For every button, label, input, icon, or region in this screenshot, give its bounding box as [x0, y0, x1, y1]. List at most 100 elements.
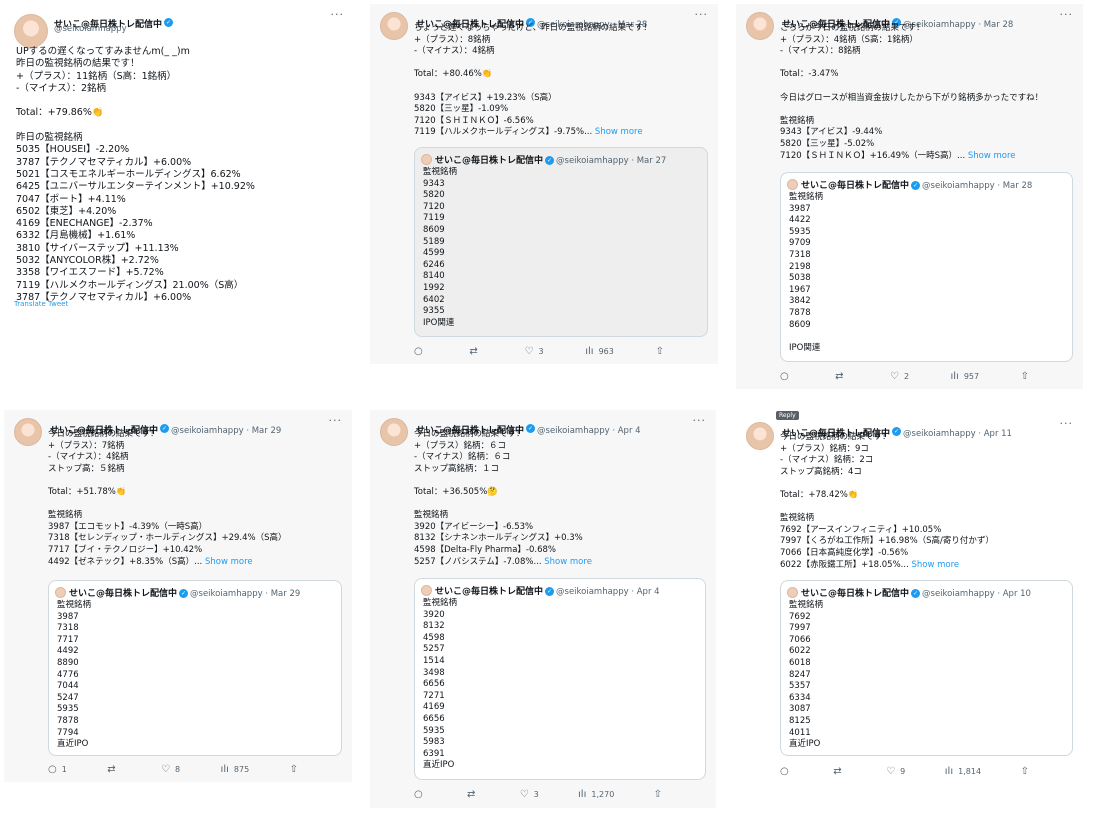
tweet-card-4[interactable]: せいこ@毎日株トレ配信中 ✓ @seikoiamhappy · Mar 29 ···… — [4, 410, 352, 782]
views-button[interactable]: ılı 1,270 — [578, 789, 614, 800]
quoted-tweet-meta: @seikoiamhappy · Mar 27 — [556, 156, 667, 166]
verified-badge-icon: ✓ — [179, 589, 189, 598]
views-button[interactable]: ılı 1,814 — [945, 766, 981, 777]
retweet-button[interactable]: ⇄ — [833, 766, 846, 777]
avatar[interactable] — [14, 418, 42, 446]
share-button[interactable]: ⇧ — [290, 764, 298, 775]
views-icon: ılı — [220, 763, 229, 775]
share-button[interactable]: ⇧ — [654, 789, 662, 800]
heart-icon: ♡ — [886, 765, 896, 777]
retweet-icon: ⇄ — [833, 765, 842, 777]
quoted-tweet[interactable]: せいこ@毎日株トレ配信中 ✓ @seikoiamhappy · Mar 28 監視銘… — [780, 172, 1073, 362]
tweet-card-2[interactable]: せいこ@毎日株トレ配信中 ✓ @seikoiamhappy · Mar 28 ···… — [370, 4, 718, 364]
more-options-icon[interactable]: ··· — [695, 8, 709, 21]
show-more-link[interactable]: Show more — [544, 557, 592, 567]
verified-badge-icon: ✓ — [911, 589, 921, 598]
share-icon: ⇧ — [655, 345, 664, 357]
quoted-tweet-meta: @seikoiamhappy · Mar 29 — [190, 589, 301, 599]
retweet-icon: ⇄ — [467, 788, 476, 800]
like-button[interactable]: ♡ 9 — [886, 766, 905, 777]
retweet-button[interactable]: ⇄ — [835, 371, 848, 382]
share-button[interactable]: ⇧ — [656, 346, 664, 357]
verified-badge-icon: ✓ — [545, 587, 555, 596]
show-more-link[interactable]: Show more — [968, 151, 1016, 161]
reply-button[interactable]: ○ — [780, 766, 794, 777]
tweet-text: 今日の監視銘柄の結果です！ +（プラス）銘柄：６コ -（マイナス）銘柄：６コ ス… — [414, 429, 592, 567]
more-options-icon[interactable]: ··· — [329, 414, 343, 427]
share-icon: ⇧ — [653, 788, 662, 800]
tweet-text: 今日の監視銘柄の結果です！ +（プラス）：7銘柄 -（マイナス）：4銘柄 ストッ… — [48, 429, 287, 567]
show-more-link[interactable]: Show more — [205, 557, 253, 567]
avatar — [421, 154, 432, 165]
verified-badge-icon: ✓ — [545, 156, 555, 165]
tweet-card-3[interactable]: せいこ@毎日株トレ配信中 ✓ @seikoiamhappy · Mar 28 ···… — [736, 4, 1083, 389]
avatar[interactable] — [14, 14, 48, 48]
quoted-tweet[interactable]: せいこ@毎日株トレ配信中 ✓ @seikoiamhappy · Apr 10 監視銘… — [780, 580, 1073, 756]
tweet-actions: ○ ⇄ ♡ 2 ılı 957 ⇧ — [780, 369, 1029, 383]
like-button[interactable]: ♡ 3 — [525, 346, 544, 357]
show-more-link[interactable]: Show more — [911, 560, 959, 570]
reply-tooltip: Reply — [776, 411, 799, 420]
author-handle[interactable]: @seikoiamhappy — [54, 24, 127, 34]
retweet-button[interactable]: ⇄ — [469, 346, 482, 357]
more-options-icon[interactable]: ··· — [1060, 417, 1074, 430]
tweet-actions: ○ 1 ⇄ ♡ 8 ılı 875 ⇧ — [48, 762, 298, 776]
like-button[interactable]: ♡ 3 — [520, 789, 539, 800]
avatar — [421, 585, 432, 596]
tweet-card-1[interactable]: せいこ@毎日株トレ配信中 ✓ @seikoiamhappy ··· UPするの遅く… — [4, 4, 354, 364]
share-icon: ⇧ — [1020, 765, 1029, 777]
retweet-button[interactable]: ⇄ — [467, 789, 480, 800]
reply-button[interactable]: ○ — [414, 346, 428, 357]
like-button[interactable]: ♡ 2 — [890, 371, 909, 382]
reply-icon: ○ — [414, 788, 423, 800]
like-button[interactable]: ♡ 8 — [161, 764, 180, 775]
view-count: 1,270 — [591, 789, 615, 799]
avatar — [787, 587, 798, 598]
avatar[interactable] — [746, 422, 774, 450]
views-button[interactable]: ılı 957 — [951, 371, 980, 382]
quoted-tweet-text: 監視銘柄 9343 5820 7120 7119 8609 5189 4599 … — [423, 167, 458, 328]
like-count: 3 — [533, 789, 539, 799]
more-options-icon[interactable]: ··· — [1060, 8, 1074, 21]
tweet-actions: ○ ⇄ ♡ 3 ılı 1,270 ⇧ — [414, 787, 662, 801]
quoted-tweet-text: 監視銘柄 3920 8132 4598 5257 1514 3498 6656 … — [423, 598, 458, 771]
views-icon: ılı — [950, 370, 959, 382]
avatar[interactable] — [746, 12, 774, 40]
views-button[interactable]: ılı 875 — [221, 764, 250, 775]
like-count: 8 — [175, 764, 181, 774]
translate-tweet-link[interactable]: Translate Tweet — [14, 300, 68, 308]
avatar[interactable] — [380, 418, 408, 446]
more-options-icon[interactable]: ··· — [331, 8, 345, 21]
retweet-icon: ⇄ — [107, 763, 116, 775]
views-button[interactable]: ılı 963 — [585, 346, 614, 357]
quoted-tweet[interactable]: せいこ@毎日株トレ配信中 ✓ @seikoiamhappy · Mar 29 監視銘… — [48, 580, 342, 756]
tweet-text: UPするの遅くなってすみませんm(_ _)m 昨日の監視銘柄の結果です！ +（プ… — [16, 46, 255, 303]
reply-button[interactable]: ○ — [414, 789, 428, 800]
views-icon: ılı — [944, 765, 954, 777]
heart-icon: ♡ — [524, 345, 534, 357]
verified-badge-icon: ✓ — [164, 18, 174, 27]
quoted-author-name: せいこ@毎日株トレ配信中 — [69, 589, 178, 599]
reply-icon: ○ — [780, 370, 789, 382]
like-count: 9 — [900, 766, 906, 776]
tweet-text: 今日の監視銘柄の結果です！ +（プラス）銘柄：9コ -（マイナス）銘柄：2コ ス… — [780, 432, 994, 570]
retweet-button[interactable]: ⇄ — [107, 764, 120, 775]
tweet-actions: ○ ⇄ ♡ 3 ılı 963 ⇧ — [414, 344, 664, 358]
reply-button[interactable]: ○ 1 — [48, 764, 67, 775]
view-count: 875 — [233, 764, 250, 774]
quoted-tweet-meta: @seikoiamhappy · Mar 28 — [922, 181, 1033, 191]
view-count: 957 — [963, 371, 980, 381]
view-count: 963 — [598, 346, 614, 356]
show-more-link[interactable]: Show more — [595, 127, 643, 137]
more-options-icon[interactable]: ··· — [693, 414, 707, 427]
quoted-tweet[interactable]: せいこ@毎日株トレ配信中 ✓ @seikoiamhappy · Mar 27 監視銘… — [414, 147, 708, 337]
quoted-tweet[interactable]: せいこ@毎日株トレ配信中 ✓ @seikoiamhappy · Apr 4 監視銘柄… — [414, 578, 706, 780]
heart-icon: ♡ — [519, 788, 529, 800]
share-button[interactable]: ⇧ — [1021, 371, 1029, 382]
tweet-card-5[interactable]: せいこ@毎日株トレ配信中 ✓ @seikoiamhappy · Apr 4 ··· … — [370, 410, 716, 808]
heart-icon: ♡ — [161, 763, 171, 775]
avatar[interactable] — [380, 12, 408, 40]
tweet-card-6[interactable]: Reply せいこ@毎日株トレ配信中 ✓ @seikoiamhappy · Apr … — [736, 410, 1083, 790]
share-button[interactable]: ⇧ — [1021, 766, 1029, 777]
reply-button[interactable]: ○ — [780, 371, 794, 382]
